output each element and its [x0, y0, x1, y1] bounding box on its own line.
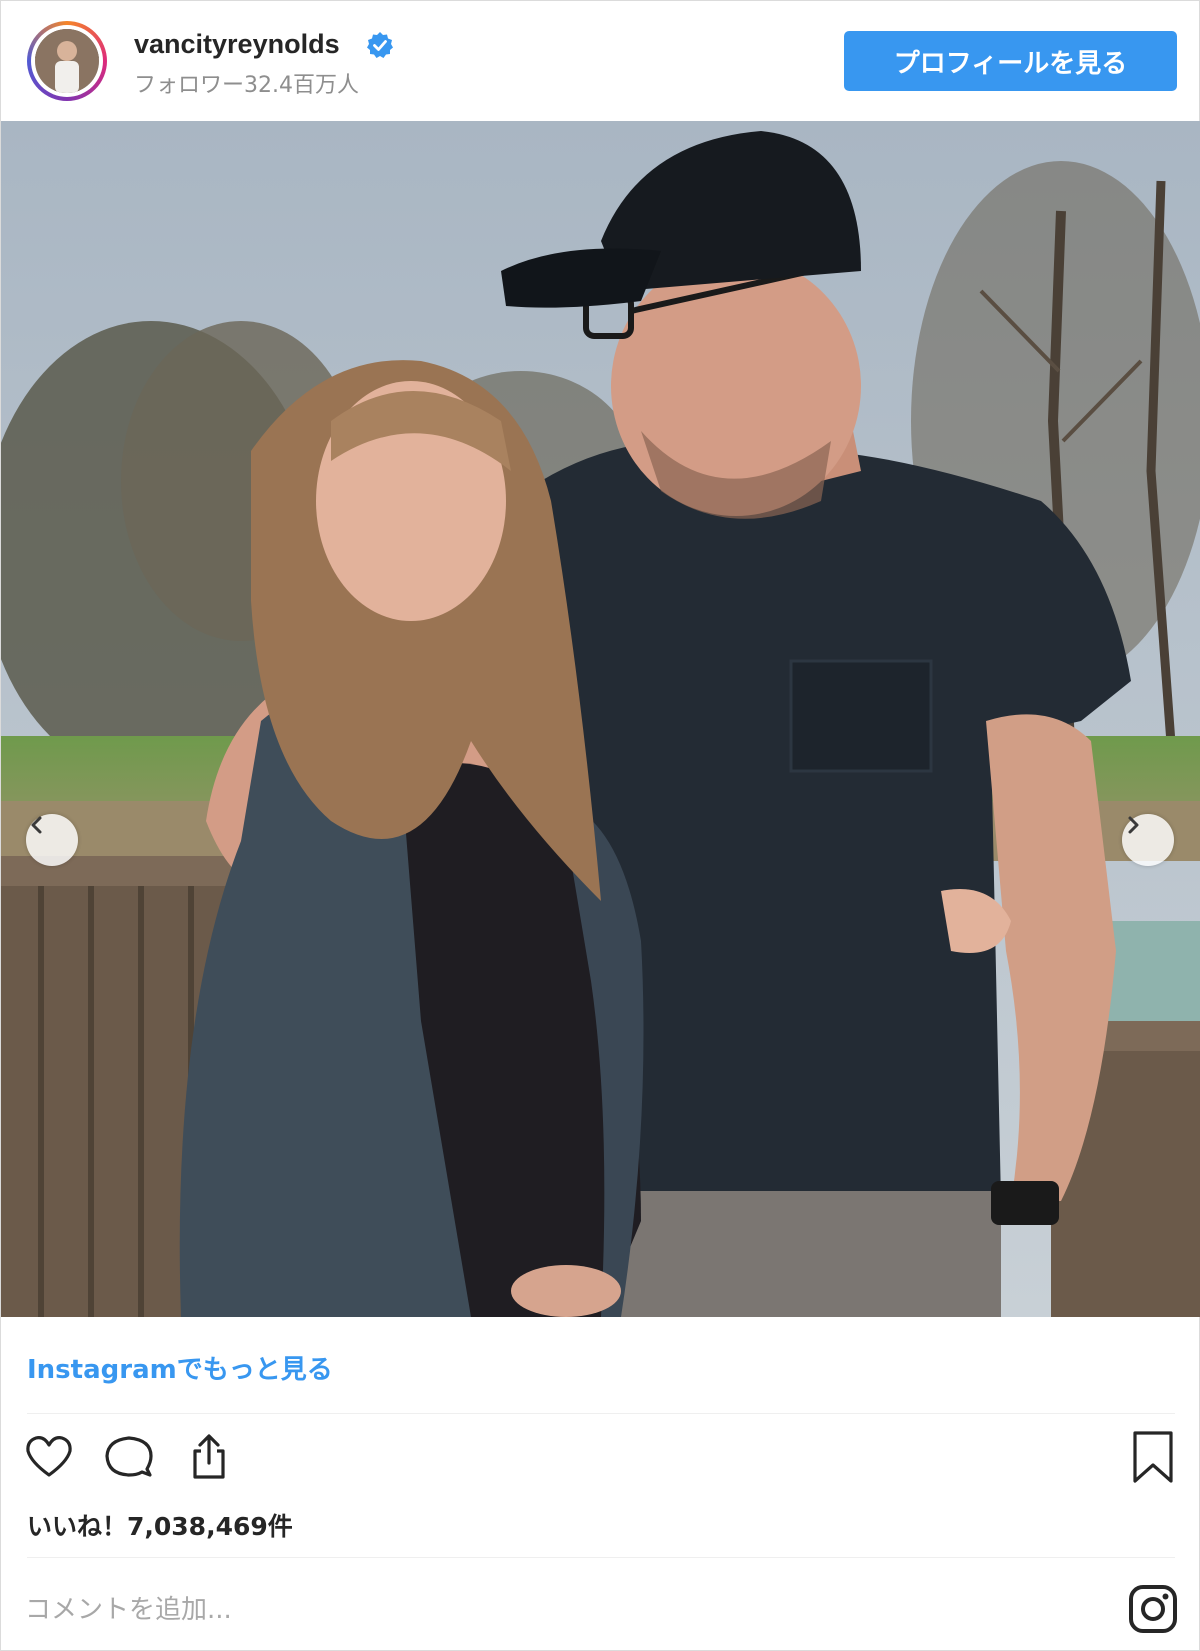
chevron-right-icon	[1128, 816, 1139, 834]
previous-image-button[interactable]	[26, 814, 78, 866]
instagram-logo-icon[interactable]	[1127, 1583, 1179, 1635]
follower-count: フォロワー32.4百万人	[134, 73, 359, 98]
view-profile-button[interactable]: プロフィールを見る	[844, 31, 1177, 91]
like-count: いいね！7,038,469件	[27, 1512, 293, 1541]
divider	[27, 1557, 1175, 1558]
bookmark-icon[interactable]	[1125, 1429, 1181, 1485]
heart-icon[interactable]	[21, 1429, 77, 1485]
username[interactable]: vancityreynolds	[134, 29, 340, 60]
view-more-on-instagram-link[interactable]: Instagramでもっと見る	[27, 1349, 333, 1386]
avatar[interactable]	[27, 21, 107, 101]
post-header: vancityreynolds フォロワー32.4百万人 プロフィールを見る	[1, 1, 1200, 121]
post-photo[interactable]	[1, 121, 1200, 1317]
comment-icon[interactable]	[101, 1429, 157, 1485]
divider	[27, 1413, 1175, 1414]
instagram-embed-card: vancityreynolds フォロワー32.4百万人 プロフィールを見る I…	[0, 0, 1200, 1651]
chevron-left-icon	[31, 816, 42, 834]
comment-input[interactable]	[25, 1585, 1025, 1635]
profile-avatar-image	[35, 29, 99, 93]
next-image-button[interactable]	[1122, 814, 1174, 866]
verified-badge-icon	[367, 32, 393, 58]
share-icon[interactable]	[181, 1429, 237, 1485]
